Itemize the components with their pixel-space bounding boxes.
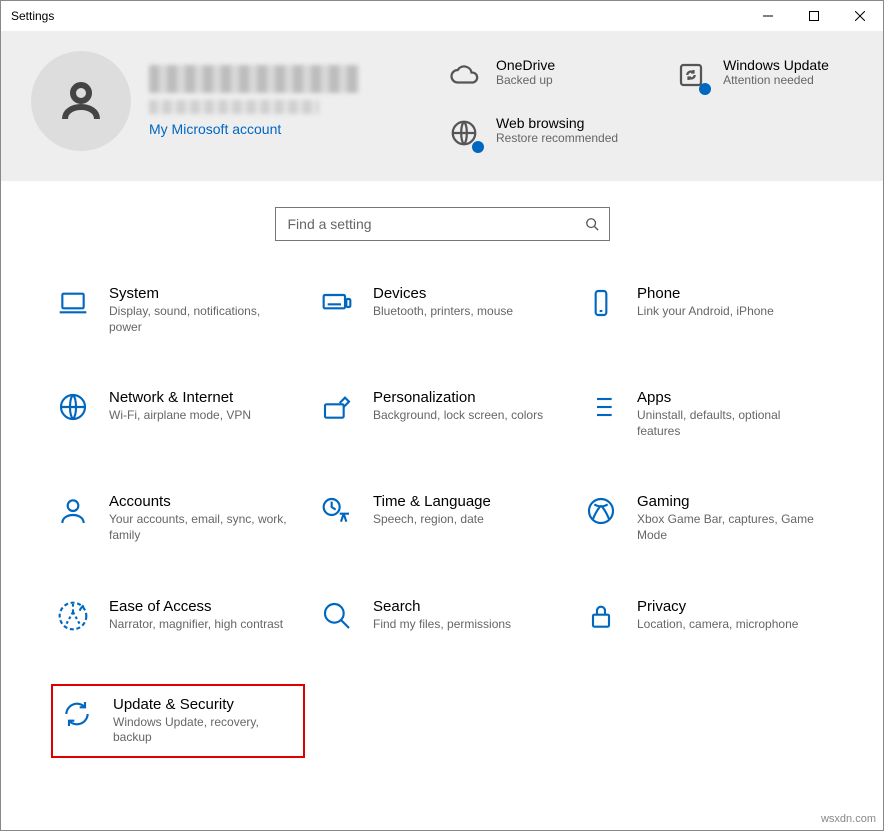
search-box[interactable] — [275, 207, 610, 241]
time-language-icon — [319, 493, 355, 529]
wu-sub: Attention needed — [723, 73, 829, 87]
web-browsing-status[interactable]: Web browsing Restore recommended — [446, 115, 618, 151]
category-devices[interactable]: DevicesBluetooth, printers, mouse — [315, 281, 569, 339]
settings-content: SystemDisplay, sound, notifications, pow… — [1, 181, 883, 830]
web-title: Web browsing — [496, 115, 618, 131]
maximize-button[interactable] — [791, 1, 837, 31]
category-search[interactable]: SearchFind my files, permissions — [315, 594, 569, 638]
person-icon — [55, 493, 91, 529]
category-personalization[interactable]: PersonalizationBackground, lock screen, … — [315, 385, 569, 443]
xbox-icon — [583, 493, 619, 529]
account-header: My Microsoft account OneDrive Backed up — [1, 31, 883, 181]
search-icon — [319, 598, 355, 634]
globe-icon — [446, 115, 482, 151]
category-ease-of-access[interactable]: Ease of AccessNarrator, magnifier, high … — [51, 594, 305, 638]
search-input[interactable] — [288, 216, 585, 232]
category-update-security[interactable]: Update & SecurityWindows Update, recover… — [51, 684, 305, 758]
list-icon — [583, 389, 619, 425]
laptop-icon — [55, 285, 91, 321]
phone-icon — [583, 285, 619, 321]
attention-badge — [472, 141, 484, 153]
close-button[interactable] — [837, 1, 883, 31]
onedrive-status[interactable]: OneDrive Backed up — [446, 57, 618, 93]
category-network[interactable]: Network & InternetWi-Fi, airplane mode, … — [51, 385, 305, 443]
my-microsoft-account-link[interactable]: My Microsoft account — [149, 121, 359, 137]
onedrive-title: OneDrive — [496, 57, 555, 73]
category-privacy[interactable]: PrivacyLocation, camera, microphone — [579, 594, 833, 638]
category-gaming[interactable]: GamingXbox Game Bar, captures, Game Mode — [579, 489, 833, 547]
attention-badge — [699, 83, 711, 95]
minimize-button[interactable] — [745, 1, 791, 31]
web-sub: Restore recommended — [496, 131, 618, 145]
avatar — [31, 51, 131, 151]
update-icon — [59, 696, 95, 732]
search-icon — [585, 217, 599, 231]
category-apps[interactable]: AppsUninstall, defaults, optional featur… — [579, 385, 833, 443]
user-name-redacted — [149, 65, 359, 93]
sync-icon — [673, 57, 709, 93]
windows-update-status[interactable]: Windows Update Attention needed — [673, 51, 829, 151]
paint-icon — [319, 389, 355, 425]
category-phone[interactable]: PhoneLink your Android, iPhone — [579, 281, 833, 339]
titlebar: Settings — [1, 1, 883, 31]
profile-section: My Microsoft account — [31, 51, 431, 151]
categories-grid: SystemDisplay, sound, notifications, pow… — [31, 281, 853, 758]
settings-window: Settings My Microsoft account OneDrive — [0, 0, 884, 831]
ease-icon — [55, 598, 91, 634]
watermark: wsxdn.com — [821, 813, 876, 825]
onedrive-sub: Backed up — [496, 73, 555, 87]
category-time-language[interactable]: Time & LanguageSpeech, region, date — [315, 489, 569, 547]
window-title: Settings — [11, 9, 54, 23]
user-email-redacted — [149, 100, 319, 114]
lock-icon — [583, 598, 619, 634]
category-accounts[interactable]: AccountsYour accounts, email, sync, work… — [51, 489, 305, 547]
globe-icon — [55, 389, 91, 425]
wu-title: Windows Update — [723, 57, 829, 73]
keyboard-icon — [319, 285, 355, 321]
cloud-icon — [446, 57, 482, 93]
category-system[interactable]: SystemDisplay, sound, notifications, pow… — [51, 281, 305, 339]
